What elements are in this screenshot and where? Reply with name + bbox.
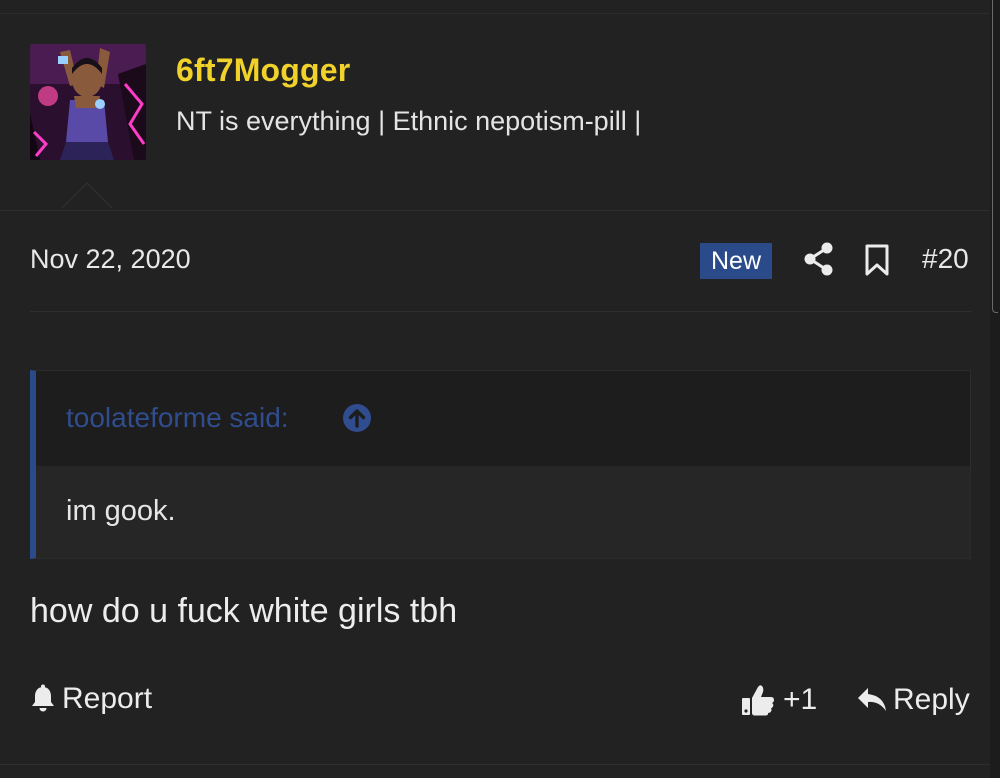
- quote-header: toolateforme said:: [36, 371, 970, 466]
- new-badge: New: [700, 243, 772, 279]
- username[interactable]: 6ft7Mogger: [176, 52, 350, 89]
- reply-arrow-icon: [858, 688, 886, 711]
- arrow-up-circle-icon[interactable]: [342, 403, 372, 433]
- like-reaction[interactable]: +1: [741, 680, 817, 720]
- quote-author[interactable]: toolateforme said:: [66, 402, 289, 434]
- bookmark-icon[interactable]: [864, 244, 890, 276]
- thumbs-up-icon: [742, 685, 774, 716]
- quote-text: im gook.: [66, 495, 176, 527]
- share-icon[interactable]: [803, 242, 835, 276]
- post-date[interactable]: Nov 22, 2020: [30, 244, 191, 275]
- reaction-count: +1: [783, 683, 818, 716]
- report-label: Report: [62, 682, 153, 715]
- post-number-link[interactable]: #20: [922, 243, 969, 275]
- post-message: how do u fuck white girls tbh: [30, 592, 458, 630]
- avatar[interactable]: [30, 44, 146, 160]
- scrollbar[interactable]: [990, 0, 1000, 778]
- report-button[interactable]: Report: [30, 679, 152, 719]
- reply-button[interactable]: Reply: [857, 680, 970, 720]
- post-user-block: 6ft7Mogger NT is everything | Ethnic nep…: [0, 14, 990, 211]
- quote-block: toolateforme said: im gook.: [30, 370, 971, 559]
- thread-page: 6ft7Mogger NT is everything | Ethnic nep…: [0, 0, 1000, 778]
- bottom-divider: [0, 764, 990, 765]
- user-block-pointer-fill: [62, 184, 112, 209]
- reply-label: Reply: [893, 683, 970, 716]
- post-header-divider: [30, 311, 972, 312]
- scrollbar-thumb[interactable]: [992, 0, 998, 313]
- user-title: NT is everything | Ethnic nepotism-pill …: [176, 106, 642, 136]
- bell-icon: [32, 684, 54, 712]
